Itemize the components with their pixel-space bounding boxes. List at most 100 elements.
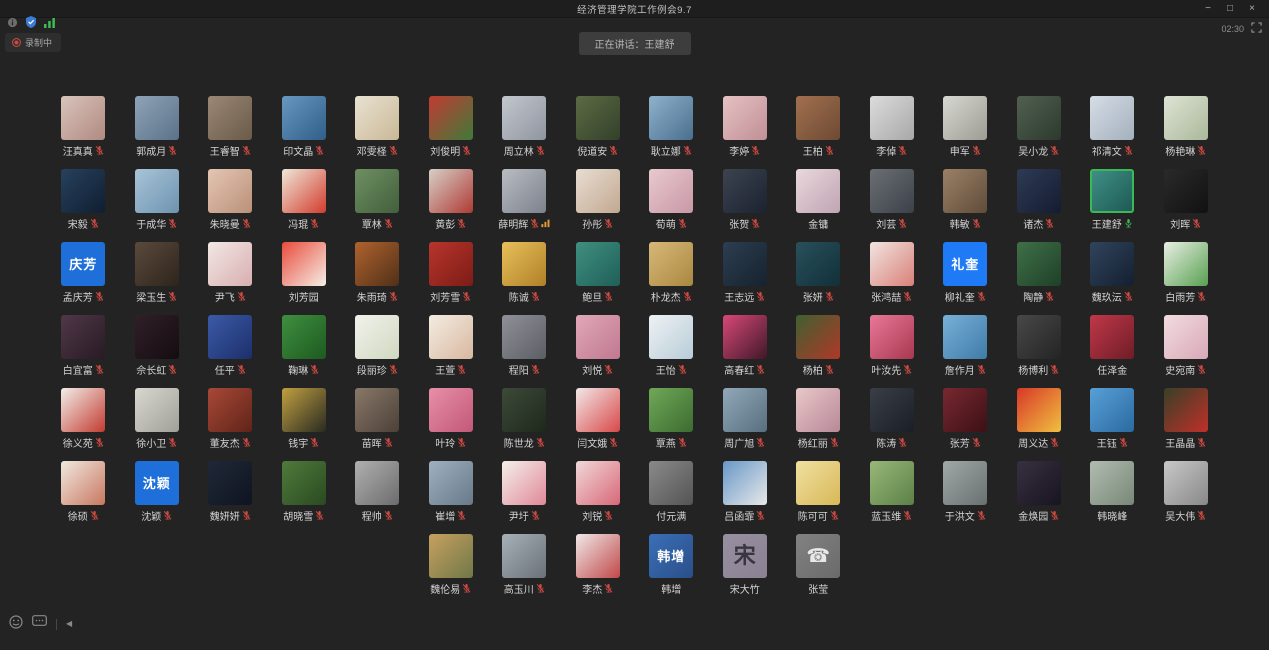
participant-tile[interactable]: 蓝玉维 [855,461,929,521]
participant-tile[interactable]: 韩敏 [929,169,1003,229]
participant-tile[interactable]: 徐硕 [47,461,121,521]
participant-tile[interactable]: 王建舒 [1076,169,1150,229]
participant-tile[interactable]: 胡晓雪 [267,461,341,521]
participant-tile[interactable]: 刘俊明 [414,96,488,156]
participant-tile[interactable]: 王志远 [708,242,782,302]
participant-tile[interactable]: 任泽金 [1076,315,1150,375]
participant-tile[interactable]: 覃林 [341,169,415,229]
participant-tile[interactable]: 段丽珍 [341,315,415,375]
participant-tile[interactable]: 董友杰 [194,388,268,448]
participant-tile[interactable]: 祁清文 [1076,96,1150,156]
participant-tile[interactable]: 覃燕 [635,388,709,448]
participant-tile[interactable]: 梁玉生 [120,242,194,302]
participant-tile[interactable]: 付元满 [635,461,709,521]
participant-tile[interactable]: 庆芳孟庆芳 [47,242,121,302]
participant-tile[interactable]: 冯琨 [267,169,341,229]
participant-tile[interactable]: 申军 [929,96,1003,156]
participant-tile[interactable]: 苗晖 [341,388,415,448]
participant-tile[interactable]: 张芳 [929,388,1003,448]
shield-icon[interactable] [26,15,36,33]
participant-tile[interactable]: 礼奎柳礼奎 [929,242,1003,302]
participant-tile[interactable]: 魏玖沄 [1076,242,1150,302]
participant-tile[interactable]: 宋宋大竹 [708,534,782,594]
participant-tile[interactable]: 薛明辉 [488,169,562,229]
participant-tile[interactable]: 刘芸 [855,169,929,229]
participant-tile[interactable]: 黄彭 [414,169,488,229]
participant-tile[interactable]: 刘锐 [561,461,635,521]
info-icon[interactable] [7,15,18,33]
participant-tile[interactable]: 高玉川 [488,534,562,594]
participant-tile[interactable]: 李杰 [561,534,635,594]
participant-tile[interactable]: ☎张莹 [782,534,856,594]
participant-tile[interactable]: 于成华 [120,169,194,229]
participant-tile[interactable]: 刘悦 [561,315,635,375]
participant-tile[interactable]: 叶玲 [414,388,488,448]
participant-tile[interactable]: 李倬 [855,96,929,156]
participant-tile[interactable]: 魏伦易 [414,534,488,594]
participant-tile[interactable]: 于洪文 [929,461,1003,521]
participant-tile[interactable]: 王钰 [1076,388,1150,448]
participant-tile[interactable]: 徐小卫 [120,388,194,448]
participant-tile[interactable]: 朱晓曼 [194,169,268,229]
participant-tile[interactable]: 詹作月 [929,315,1003,375]
participant-tile[interactable]: 周义达 [1002,388,1076,448]
participant-tile[interactable]: 陈世龙 [488,388,562,448]
recording-badge[interactable]: 录制中 [5,33,61,52]
participant-tile[interactable]: 陈诚 [488,242,562,302]
participant-tile[interactable]: 吴大伟 [1149,461,1223,521]
participant-tile[interactable]: 陶静 [1002,242,1076,302]
participant-tile[interactable]: 汪真真 [47,96,121,156]
participant-tile[interactable]: 朴龙杰 [635,242,709,302]
participant-tile[interactable]: 陈涛 [855,388,929,448]
participant-tile[interactable]: 杨艳琳 [1149,96,1223,156]
participant-tile[interactable]: 高春红 [708,315,782,375]
participant-tile[interactable]: 尹圩 [488,461,562,521]
participant-tile[interactable]: 金焕园 [1002,461,1076,521]
participant-tile[interactable]: 张鸿喆 [855,242,929,302]
participant-tile[interactable]: 王萱 [414,315,488,375]
participant-tile[interactable]: 王睿智 [194,96,268,156]
participant-tile[interactable]: 任平 [194,315,268,375]
participant-tile[interactable]: 朱雨琦 [341,242,415,302]
collapse-toolbar-icon[interactable]: ◀ [66,620,72,628]
participant-tile[interactable]: 杨红丽 [782,388,856,448]
participant-tile[interactable]: 倪道安 [561,96,635,156]
participant-tile[interactable]: 王怡 [635,315,709,375]
participant-tile[interactable]: 刘芳雪 [414,242,488,302]
participant-tile[interactable]: 诸杰 [1002,169,1076,229]
participant-tile[interactable]: 吴小龙 [1002,96,1076,156]
fullscreen-icon[interactable] [1251,20,1262,38]
participant-tile[interactable]: 邓雯柽 [341,96,415,156]
participant-tile[interactable]: 鲍旦 [561,242,635,302]
participant-tile[interactable]: 杨柏 [782,315,856,375]
participant-tile[interactable]: 郭成月 [120,96,194,156]
participant-tile[interactable]: 沈颖沈颖 [120,461,194,521]
chat-icon[interactable] [32,615,47,633]
participant-tile[interactable]: 杨博利 [1002,315,1076,375]
close-button[interactable]: × [1241,3,1263,14]
participant-tile[interactable]: 崔增 [414,461,488,521]
participant-tile[interactable]: 张妍 [782,242,856,302]
participant-tile[interactable]: 韩增韩增 [635,534,709,594]
minimize-button[interactable]: − [1197,3,1219,14]
participant-tile[interactable]: 印文晶 [267,96,341,156]
participant-tile[interactable]: 孙彤 [561,169,635,229]
participant-tile[interactable]: 白宜富 [47,315,121,375]
participant-tile[interactable]: 吕函霏 [708,461,782,521]
participant-tile[interactable]: 张贺 [708,169,782,229]
participant-tile[interactable]: 周立林 [488,96,562,156]
participant-tile[interactable]: 荀萌 [635,169,709,229]
participant-tile[interactable]: 程帅 [341,461,415,521]
participant-tile[interactable]: 李婷 [708,96,782,156]
participant-tile[interactable]: 刘芳园 [267,242,341,302]
participant-tile[interactable]: 韩晓峰 [1076,461,1150,521]
participant-tile[interactable]: 程阳 [488,315,562,375]
participant-tile[interactable]: 王柏 [782,96,856,156]
emoji-icon[interactable] [9,615,23,634]
participant-tile[interactable]: 鞠琳 [267,315,341,375]
participant-tile[interactable]: 刘晖 [1149,169,1223,229]
maximize-button[interactable]: □ [1219,3,1241,14]
participant-tile[interactable]: 史宛南 [1149,315,1223,375]
participant-tile[interactable]: 徐义苑 [47,388,121,448]
participant-tile[interactable]: 陈可可 [782,461,856,521]
